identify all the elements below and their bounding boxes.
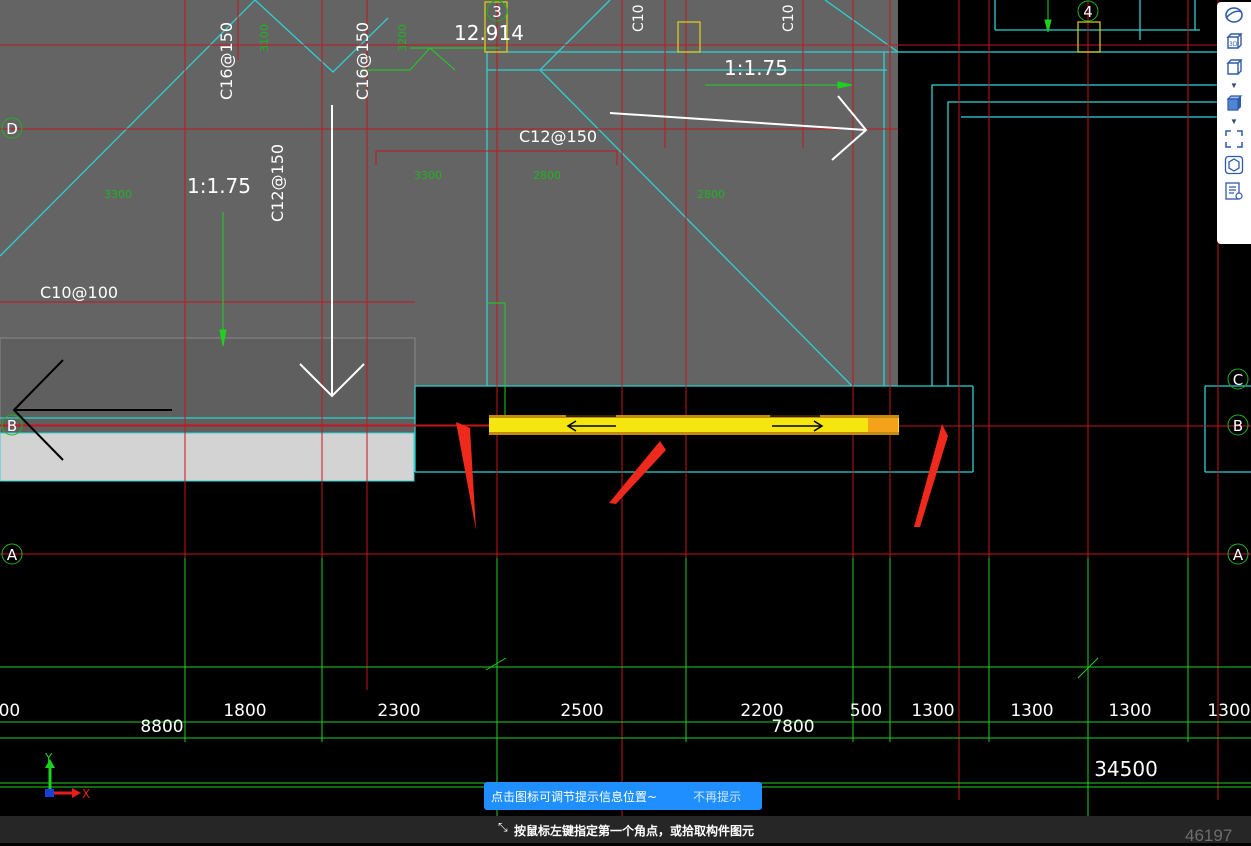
rebar-label-c10-a: C10: [631, 4, 647, 32]
green-note-5: 3100: [258, 24, 271, 52]
component-button[interactable]: [1217, 152, 1251, 178]
ucs-x-label: X: [82, 787, 90, 801]
green-note-3: 2800: [533, 169, 561, 182]
cursor-prompt-icon: ⤡: [498, 820, 508, 834]
orbit-icon: [1225, 7, 1243, 23]
svg-text:3D: 3D: [1229, 41, 1238, 48]
dim-1300-c: 1300: [1108, 701, 1151, 721]
solid-box-dropdown[interactable]: ▼: [1217, 116, 1251, 126]
axis-label-b-right: B: [1233, 417, 1243, 435]
orbit-button[interactable]: [1217, 2, 1251, 28]
dim-2300: 2300: [377, 701, 420, 721]
dim-total-7800: 7800: [771, 717, 814, 737]
dim-200: 200: [0, 701, 20, 721]
ucs-y-label: Y: [44, 751, 53, 765]
box-view-button[interactable]: [1217, 54, 1251, 80]
rebar-label-c12-horizontal: C12@150: [519, 127, 597, 146]
slope-label-2: 1:1.75: [724, 56, 788, 80]
cad-drawing-canvas[interactable]: D C B B A A 3 4 12.914 1:1.75 1:1.75 C10…: [0, 0, 1251, 816]
rebar-label-c16-b: C16@150: [353, 22, 372, 100]
solid-box-button[interactable]: [1217, 90, 1251, 116]
dim-500: 500: [850, 701, 882, 721]
rebar-label-c16-a: C16@150: [217, 22, 236, 100]
green-note-6: 3200: [396, 24, 409, 52]
3d-view-icon: 3D: [1226, 33, 1243, 49]
dont-show-again-button[interactable]: 不再提示: [693, 788, 741, 805]
view-toolbar: 3D ▼ ▼: [1217, 2, 1251, 244]
green-note-4: 2800: [697, 188, 725, 201]
axis-label-a-left: A: [7, 546, 18, 564]
dim-total-34500: 34500: [1094, 757, 1158, 781]
elevation-label: 12.914: [454, 21, 524, 45]
dim-1300-b: 1300: [1010, 701, 1053, 721]
rebar-label-c12-vertical: C12@150: [268, 144, 287, 222]
component-icon: [1224, 155, 1244, 175]
command-prompt: 按鼠标左键指定第一个角点，或拾取构件图元: [514, 824, 755, 838]
3d-view-button[interactable]: 3D: [1217, 28, 1251, 54]
axis-label-c: C: [1233, 371, 1243, 389]
axis-label-a-right: A: [1233, 546, 1244, 564]
green-note-1: 3300: [104, 188, 132, 201]
dim-total-8800: 8800: [140, 717, 183, 737]
chevron-down-icon: ▼: [1230, 116, 1238, 126]
tip-banner[interactable]: 点击图标可调节提示信息位置~ 不再提示: [484, 782, 762, 810]
box-view-icon: [1226, 59, 1243, 75]
dim-1300-a: 1300: [911, 701, 954, 721]
rebar-label-c10: C10@100: [40, 283, 118, 302]
coordinate-readout: 46197: [1185, 826, 1233, 845]
dim-2500: 2500: [560, 701, 603, 721]
fullscreen-button[interactable]: [1217, 126, 1251, 152]
axis-label-4: 4: [1083, 3, 1093, 21]
property-list-icon: [1225, 182, 1243, 200]
tip-message: 点击图标可调节提示信息位置~: [491, 789, 658, 804]
axis-label-d: D: [6, 120, 18, 138]
axis-label-b-left: B: [7, 417, 17, 435]
chevron-down-icon: ▼: [1230, 80, 1238, 90]
solid-box-icon: [1226, 95, 1243, 111]
green-note-2: 3300: [414, 169, 442, 182]
dim-1300-d: 1300: [1207, 701, 1250, 721]
fullscreen-icon: [1225, 130, 1243, 148]
axis-label-3: 3: [492, 3, 502, 21]
box-view-dropdown[interactable]: ▼: [1217, 80, 1251, 90]
dim-1800: 1800: [223, 701, 266, 721]
slope-label-1: 1:1.75: [187, 174, 251, 198]
rebar-label-c10-b: C10: [781, 4, 797, 32]
property-list-button[interactable]: [1217, 178, 1251, 204]
